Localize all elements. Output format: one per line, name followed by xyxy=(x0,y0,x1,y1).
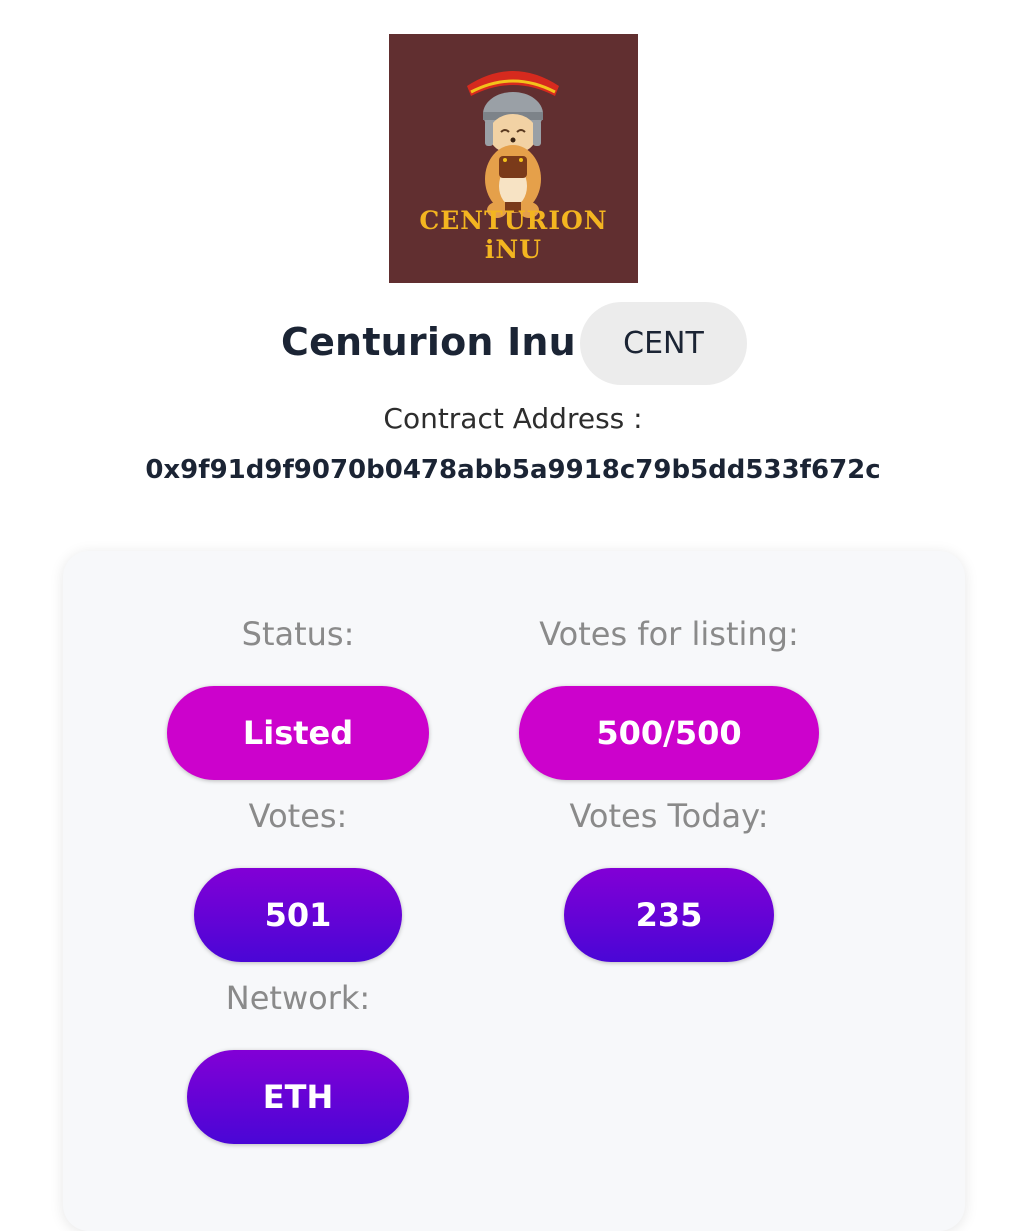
token-name: Centurion Inu xyxy=(281,320,576,364)
token-stats-card: Status: Listed Votes for listing: 500/50… xyxy=(63,551,965,1231)
votes-today-label: Votes Today: xyxy=(569,797,769,835)
status-label: Status: xyxy=(241,615,355,653)
network-pill: ETH xyxy=(187,1050,409,1144)
votes-for-listing-pill: 500/500 xyxy=(519,686,819,780)
network-label: Network: xyxy=(225,979,371,1017)
contract-address-label: Contract Address : xyxy=(383,402,643,435)
token-header: Centurion Inu CENT xyxy=(0,300,1026,386)
votes-today-pill[interactable]: 235 xyxy=(564,868,774,962)
votes-label: Votes: xyxy=(248,797,348,835)
votes-pill: 501 xyxy=(194,868,402,962)
contract-address-value[interactable]: 0x9f91d9f9070b0478abb5a9918c79b5dd533f67… xyxy=(0,455,1026,485)
ticker-badge: CENT xyxy=(580,302,747,385)
token-logo: CENTURION iNU xyxy=(389,34,638,283)
votes-for-listing-label: Votes for listing: xyxy=(539,615,799,653)
status-pill: Listed xyxy=(167,686,429,780)
logo-wordmark: CENTURION iNU xyxy=(419,206,608,264)
